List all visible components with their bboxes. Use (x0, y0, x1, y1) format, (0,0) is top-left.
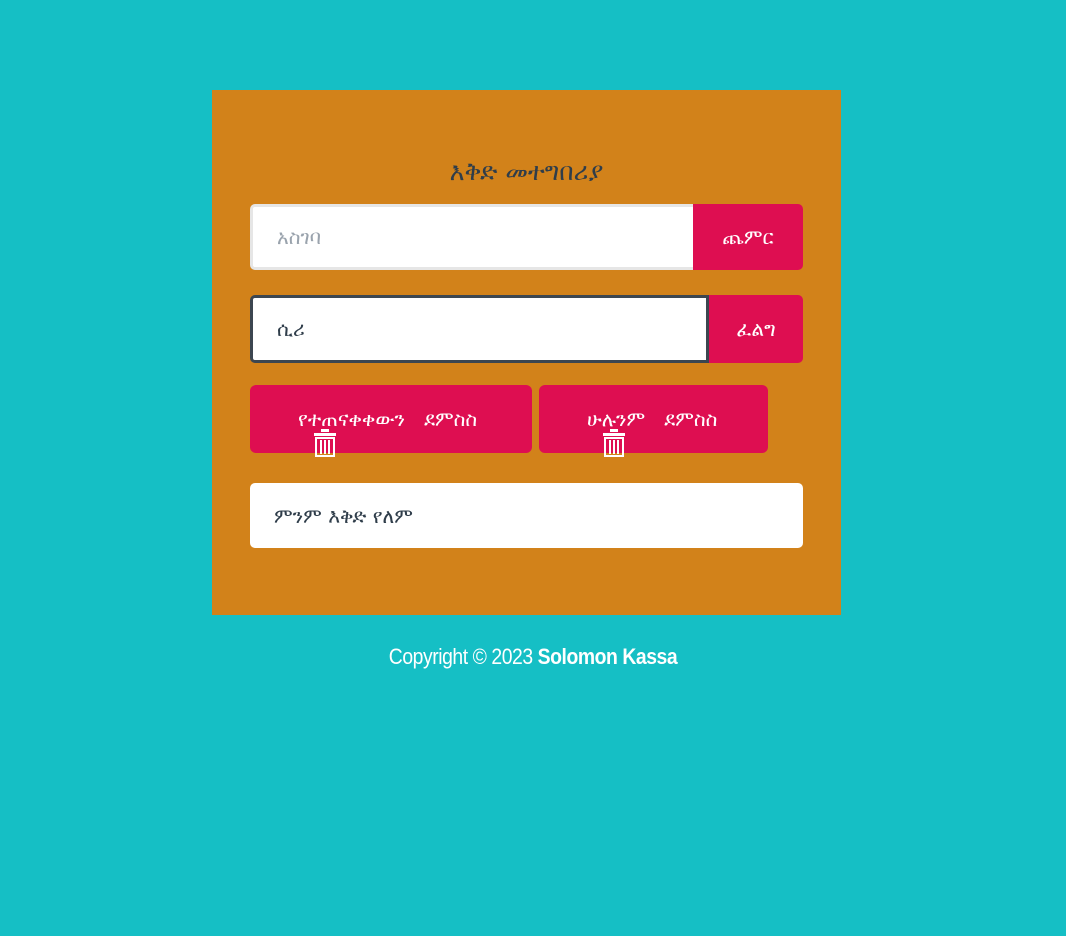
app-title: እቅድ መተግበሪያ (449, 157, 604, 186)
search-input[interactable] (250, 295, 709, 363)
clear-all-label: ሁሉንም ደምስስ (587, 407, 718, 431)
author-name: Solomon Kassa (537, 644, 678, 669)
empty-list-message: ምንም እቅድ የለም (250, 483, 803, 548)
clear-all-button[interactable]: ሁሉንም ደምስስ (539, 385, 768, 457)
add-todo-form: ጨምር (250, 204, 803, 270)
footer: Copyright © 2023 Solomon Kassa (64, 644, 1002, 670)
add-button[interactable]: ጨምር (693, 204, 803, 270)
search-form: ፈልግ (250, 295, 803, 363)
trash-icon (565, 405, 626, 457)
search-button[interactable]: ፈልግ (709, 295, 803, 363)
trash-icon (276, 405, 337, 457)
add-todo-input[interactable] (250, 204, 693, 270)
empty-message-text: ምንም እቅድ የለም (274, 503, 413, 528)
clear-completed-button[interactable]: የተጠናቀቀውን ደምስስ (250, 385, 532, 457)
copyright-text: Copyright © 2023 (388, 644, 538, 669)
todo-card: እቅድ መተግበሪያ ጨምር ፈልግ የተጠናቀቀውን ደምስስ (212, 90, 841, 615)
clear-completed-label: የተጠናቀቀውን ደምስስ (298, 407, 478, 431)
